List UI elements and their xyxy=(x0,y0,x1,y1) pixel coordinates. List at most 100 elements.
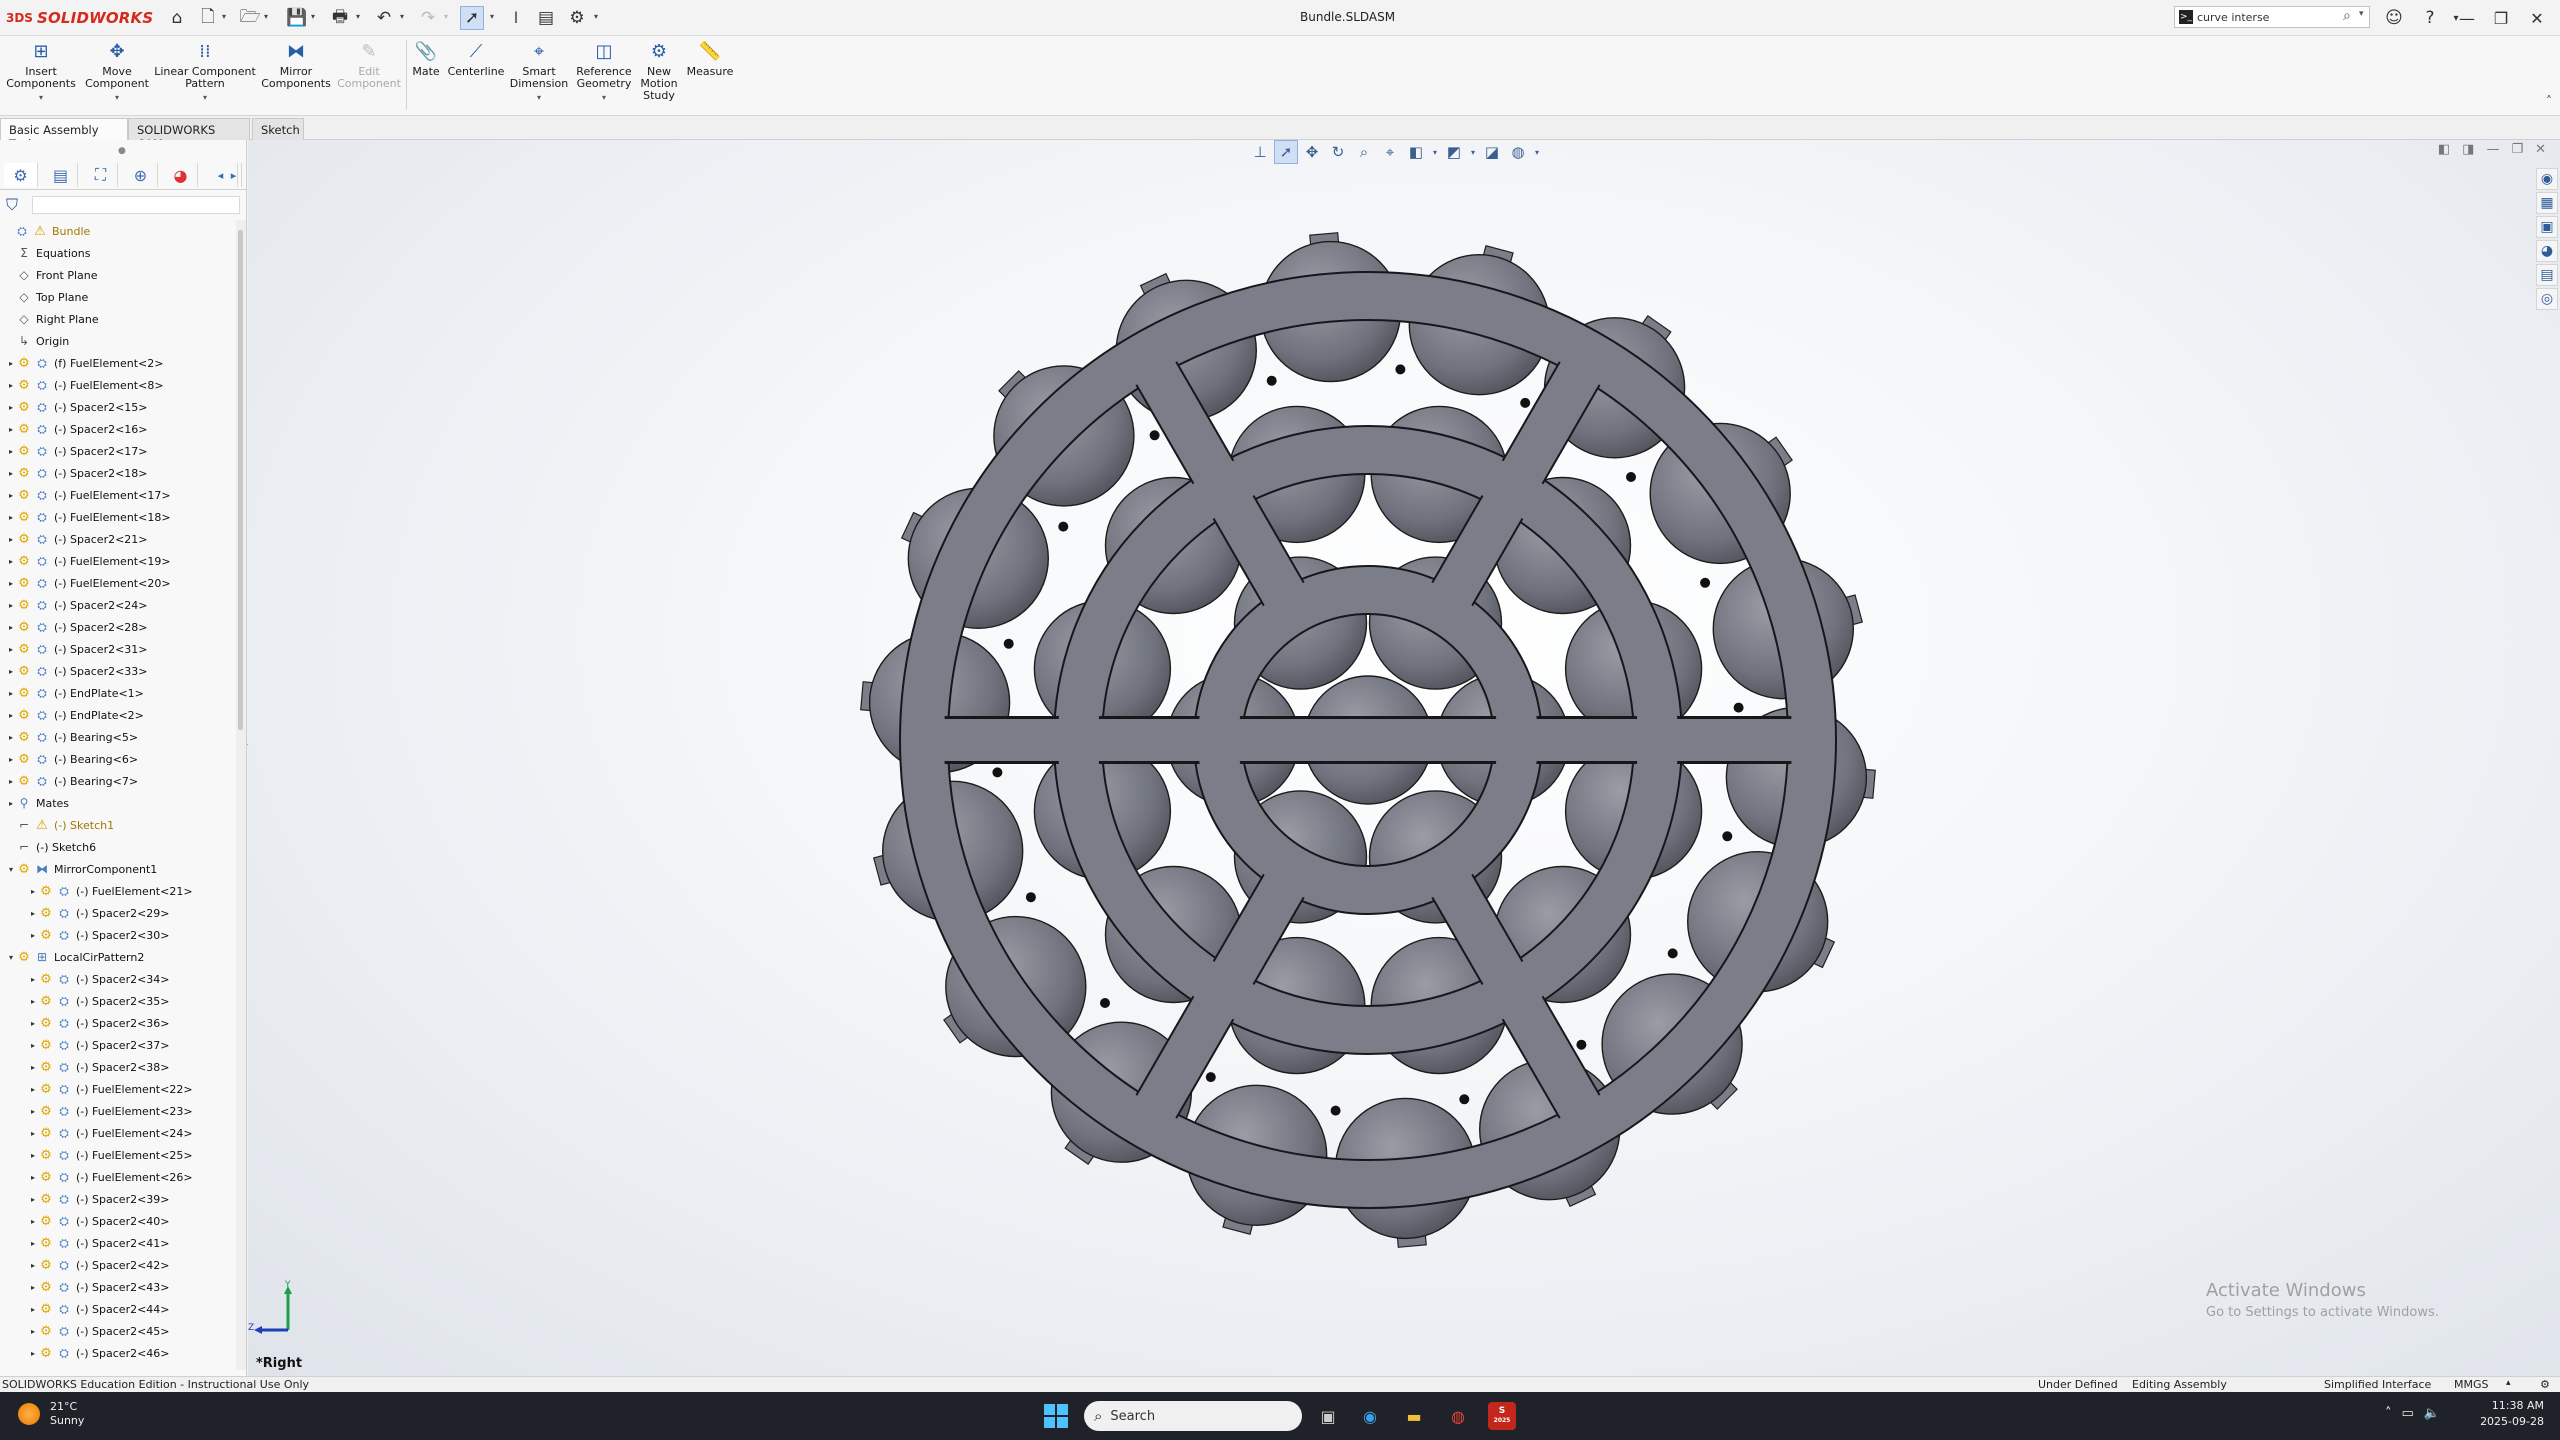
tree-node[interactable]: ▸ ⚙ ⛭ (-) Spacer2<35> xyxy=(0,990,236,1012)
tree-node[interactable]: ▸ ⚙ ⛭ (-) FuelElement<8> xyxy=(0,374,236,396)
tree-node[interactable]: ▸ ⚙ ⛭ (-) Spacer2<18> xyxy=(0,462,236,484)
tree-node[interactable]: ▸ ⚙ ⛭ (-) Spacer2<31> xyxy=(0,638,236,660)
tree-node[interactable]: ▸ ⚙ ⛭ (-) Bearing<7> xyxy=(0,770,236,792)
tree-node[interactable]: ▾ ⚙ ⧓ MirrorComponent1 xyxy=(0,858,236,880)
tree-node[interactable]: ▸ ⚙ ⛭ (-) FuelElement<24> xyxy=(0,1122,236,1144)
select-dropdown-icon[interactable]: ▾ xyxy=(490,12,500,24)
expand-arrow-icon[interactable]: ▸ xyxy=(6,711,16,720)
expand-arrow-icon[interactable]: ▸ xyxy=(28,1349,38,1358)
expand-arrow-icon[interactable]: ▸ xyxy=(6,601,16,610)
tree-node[interactable]: ▸ ⚙ ⛭ (-) Spacer2<34> xyxy=(0,968,236,990)
expand-arrow-icon[interactable]: ▸ xyxy=(6,755,16,764)
dropdown-icon[interactable]: ▾ xyxy=(1430,140,1440,164)
tree-node[interactable]: ▸ ⚙ ⛭ (-) Spacer2<30> xyxy=(0,924,236,946)
more-tabs-icon[interactable]: ▸ xyxy=(226,163,242,187)
tree-node[interactable]: ▸ ⚙ ⛭ (-) Bearing<6> xyxy=(0,748,236,770)
tree-node[interactable]: ▸ ⚙ ⛭ (-) FuelElement<21> xyxy=(0,880,236,902)
appearance-icon[interactable]: ◍ xyxy=(1506,140,1530,164)
tab-solidworks-cam[interactable]: SOLIDWORKS CAM xyxy=(128,118,250,151)
tree-node[interactable]: ▸ ⚙ ⛭ (-) FuelElement<26> xyxy=(0,1166,236,1188)
expand-arrow-icon[interactable]: ▸ xyxy=(28,1327,38,1336)
chrome-browser-icon[interactable]: ◍ xyxy=(1444,1402,1472,1430)
tree-node[interactable]: ▸ ⚙ ⛭ (-) Spacer2<40> xyxy=(0,1210,236,1232)
solidworks-taskbar-icon[interactable]: S 2025 xyxy=(1488,1402,1516,1430)
tree-node[interactable]: ◇ Front Plane xyxy=(0,264,236,286)
expand-arrow-icon[interactable]: ▸ xyxy=(28,1195,38,1204)
tree-node[interactable]: ▸ ⚙ ⛭ (-) Spacer2<41> xyxy=(0,1232,236,1254)
taskbar-search[interactable]: ⌕ Search xyxy=(1084,1401,1302,1431)
tree-node[interactable]: ▾ ⚙ ⊞ LocalCirPattern2 xyxy=(0,946,236,968)
expand-arrow-icon[interactable]: ▸ xyxy=(28,1173,38,1182)
tree-filter-field[interactable] xyxy=(32,196,240,214)
solidworks-logo[interactable]: 3DS SOLIDWORKS xyxy=(6,7,153,29)
tab-sketch[interactable]: Sketch xyxy=(252,118,304,140)
windows-start-icon[interactable] xyxy=(1044,1404,1068,1428)
interface-mode-status[interactable]: Simplified Interface xyxy=(2324,1378,2431,1391)
tree-node[interactable]: ⛭ ⚠ Bundle xyxy=(0,220,236,242)
appearances-icon[interactable]: ◕ xyxy=(2536,240,2558,262)
command-search[interactable]: >_ ⌕ ▾ xyxy=(2174,6,2370,28)
measure-button[interactable]: 📏 Measure xyxy=(684,40,736,78)
custom-properties-icon[interactable]: ▤ xyxy=(2536,264,2558,286)
dimxpert-tab-icon[interactable]: ⊕ xyxy=(124,163,158,187)
pan-icon[interactable]: ✥ xyxy=(1300,140,1324,164)
network-icon[interactable]: ▭ xyxy=(2402,1406,2414,1421)
expand-arrow-icon[interactable]: ▸ xyxy=(6,733,16,742)
tree-node[interactable]: ▸ ⚙ ⛭ (-) Spacer2<28> xyxy=(0,616,236,638)
tree-node[interactable]: ▸ ⚙ ⛭ (f) FuelElement<2> xyxy=(0,352,236,374)
tile-right-icon[interactable]: ◨ xyxy=(2462,142,2474,157)
configuration-manager-tab-icon[interactable]: ⛶ xyxy=(84,163,118,187)
rotate-icon[interactable]: ↻ xyxy=(1326,140,1350,164)
chevron-down-icon[interactable]: ▾ xyxy=(115,92,119,104)
tile-left-icon[interactable]: ◧ xyxy=(2438,142,2450,157)
file-explorer-icon[interactable]: ▬ xyxy=(1400,1402,1428,1430)
expand-arrow-icon[interactable]: ▸ xyxy=(6,623,16,632)
display-manager-tab-icon[interactable]: ◕ xyxy=(164,163,198,187)
customize-status-icon[interactable]: ⚙ xyxy=(2540,1378,2550,1391)
tree-node[interactable]: ⌐ ⚠ (-) Sketch1 xyxy=(0,814,236,836)
tree-node[interactable]: ▸ ⚙ ⛭ (-) Spacer2<43> xyxy=(0,1276,236,1298)
fuel-bundle-model[interactable] xyxy=(848,220,1888,1260)
tree-node[interactable]: ▸ ⚙ ⛭ (-) FuelElement<23> xyxy=(0,1100,236,1122)
hide-show-items-icon[interactable]: ◪ xyxy=(1480,140,1504,164)
expand-arrow-icon[interactable]: ▸ xyxy=(28,997,38,1006)
home-icon[interactable]: ⌂ xyxy=(165,6,189,30)
expand-arrow-icon[interactable]: ▸ xyxy=(6,557,16,566)
chevron-down-icon[interactable]: ▾ xyxy=(602,92,606,104)
expand-arrow-icon[interactable]: ▸ xyxy=(6,403,16,412)
tree-scrollbar-thumb[interactable] xyxy=(238,230,243,730)
solidworks-resources-icon[interactable]: ◉ xyxy=(2536,168,2558,190)
open-folder-icon[interactable]: 🗁 xyxy=(238,6,262,30)
viewport-close-icon[interactable]: ✕ xyxy=(2535,142,2546,157)
expand-arrow-icon[interactable]: ▸ xyxy=(28,1063,38,1072)
section-view-icon[interactable]: ◧ xyxy=(1404,140,1428,164)
tree-node[interactable]: ▸ ⚙ ⛭ (-) FuelElement<25> xyxy=(0,1144,236,1166)
tree-node[interactable]: ▸ ⚙ ⛭ (-) Spacer2<16> xyxy=(0,418,236,440)
expand-arrow-icon[interactable]: ▸ xyxy=(6,777,16,786)
select-arrow-icon[interactable]: ➚ xyxy=(460,6,484,30)
tree-node[interactable]: ▸ ⚙ ⛭ (-) Spacer2<38> xyxy=(0,1056,236,1078)
centerline-button[interactable]: ⟋ Centerline xyxy=(446,40,506,78)
mate-button[interactable]: 📎 Mate xyxy=(408,40,444,78)
expand-arrow-icon[interactable]: ▸ xyxy=(6,447,16,456)
tree-node[interactable]: ⌐ (-) Sketch6 xyxy=(0,836,236,858)
tree-node[interactable]: ▸ ⚙ ⛭ (-) Spacer2<45> xyxy=(0,1320,236,1342)
expand-arrow-icon[interactable]: ▸ xyxy=(28,1129,38,1138)
expand-arrow-icon[interactable]: ▸ xyxy=(6,513,16,522)
expand-arrow-icon[interactable]: ▸ xyxy=(6,381,16,390)
tree-node[interactable]: ▸ ⚙ ⛭ (-) Spacer2<15> xyxy=(0,396,236,418)
new-motion-study-button[interactable]: ⚙ New Motion Study xyxy=(638,40,680,102)
tree-node[interactable]: ▸ ⚙ ⛭ (-) Bearing<5> xyxy=(0,726,236,748)
tree-node[interactable]: ▸ ⚙ ⛭ (-) FuelElement<18> xyxy=(0,506,236,528)
account-icon[interactable]: ☺ xyxy=(2382,6,2406,30)
expand-arrow-icon[interactable]: ▸ xyxy=(28,975,38,984)
reference-geometry-button[interactable]: ◫ Reference Geometry ▾ xyxy=(572,40,636,104)
new-dropdown-icon[interactable]: ▾ xyxy=(222,12,232,24)
expand-arrow-icon[interactable]: ▸ xyxy=(6,491,16,500)
filter-icon[interactable]: ⛉ xyxy=(6,195,18,215)
tab-basic-assembly-tools[interactable]: Basic Assembly Tools xyxy=(0,118,128,151)
tree-node[interactable]: ◇ Top Plane xyxy=(0,286,236,308)
expand-arrow-icon[interactable]: ▸ xyxy=(6,469,16,478)
tree-node[interactable]: ▸ ⚙ ⛭ (-) Spacer2<33> xyxy=(0,660,236,682)
dropdown-icon[interactable]: ▾ xyxy=(1468,140,1478,164)
